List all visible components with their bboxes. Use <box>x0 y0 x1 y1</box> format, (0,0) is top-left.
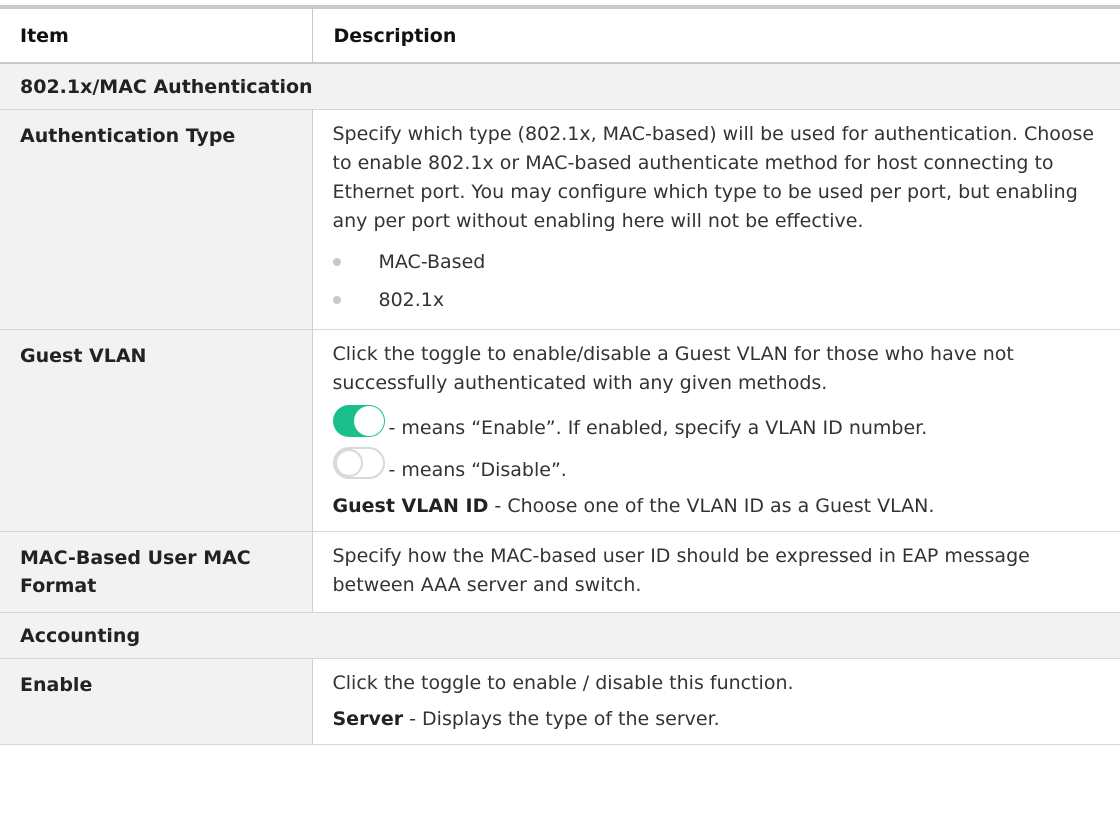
table-header-row: Item Description <box>0 9 1120 64</box>
guest-vlan-id-text: - Choose one of the VLAN ID as a Guest V… <box>488 495 935 517</box>
desc-text: Specify how the MAC-based user ID should… <box>332 545 1030 596</box>
item-enable: Enable <box>0 658 313 745</box>
desc-authentication-type: Specify which type (802.1x, MAC-based) w… <box>312 109 1120 330</box>
section-row-auth: 802.1x/MAC Authentication <box>0 63 1120 110</box>
section-title-auth: 802.1x/MAC Authentication <box>0 63 1120 110</box>
desc-text: Click the toggle to enable/disable a Gue… <box>332 343 1014 394</box>
toggle-on-line: - means “Enable”. If enabled, specify a … <box>332 400 1101 442</box>
item-mac-format: MAC-Based User MAC Format <box>0 531 313 613</box>
toggle-on-icon <box>332 405 385 437</box>
table-row-mac-format: MAC-Based User MAC Format Specify how th… <box>0 531 1120 613</box>
item-guest-vlan: Guest VLAN <box>0 329 313 532</box>
header-description: Description <box>311 9 1120 64</box>
table-row-guest-vlan: Guest VLAN Click the toggle to enable/di… <box>0 329 1120 532</box>
guest-vlan-id-line: Guest VLAN ID - Choose one of the VLAN I… <box>333 492 1101 521</box>
toggle-off-text: - means “Disable”. <box>388 458 567 481</box>
desc-mac-format: Specify how the MAC-based user ID should… <box>312 531 1120 613</box>
header-item: Item <box>0 9 312 64</box>
section-title-accounting: Accounting <box>0 612 1120 659</box>
section-row-accounting: Accounting <box>0 612 1120 659</box>
guest-vlan-id-label: Guest VLAN ID <box>332 495 489 517</box>
desc-text: Click the toggle to enable / disable thi… <box>332 672 794 694</box>
item-mac-format-line2: Format <box>20 575 97 597</box>
desc-enable: Click the toggle to enable / disable thi… <box>312 658 1120 745</box>
toggle-off-icon <box>332 447 385 479</box>
bullet-item: MAC-Based <box>332 243 1101 281</box>
server-line: Server - Displays the type of the server… <box>333 705 1101 734</box>
item-mac-format-line1: MAC-Based User MAC <box>20 547 251 569</box>
desc-text: Specify which type (802.1x, MAC-based) w… <box>332 123 1095 232</box>
toggle-on-text: - means “Enable”. If enabled, specify a … <box>388 416 928 439</box>
server-label: Server <box>332 708 404 730</box>
server-text: - Displays the type of the server. <box>403 708 720 730</box>
item-authentication-type: Authentication Type <box>0 109 313 330</box>
bullet-item: 802.1x <box>332 281 1101 319</box>
bullet-dot-icon <box>332 258 341 266</box>
toggle-off-line: - means “Disable”. <box>332 442 1101 484</box>
bullet-dot-icon <box>332 296 341 304</box>
table-row-authentication-type: Authentication Type Specify which type (… <box>0 109 1120 330</box>
bullet-label-8021x: 802.1x <box>378 288 445 311</box>
description-table: Item Description 802.1x/MAC Authenticati… <box>0 9 1120 745</box>
desc-guest-vlan: Click the toggle to enable/disable a Gue… <box>312 329 1120 532</box>
table-row-enable: Enable Click the toggle to enable / disa… <box>0 658 1120 745</box>
bullet-label-mac-based: MAC-Based <box>378 250 486 273</box>
